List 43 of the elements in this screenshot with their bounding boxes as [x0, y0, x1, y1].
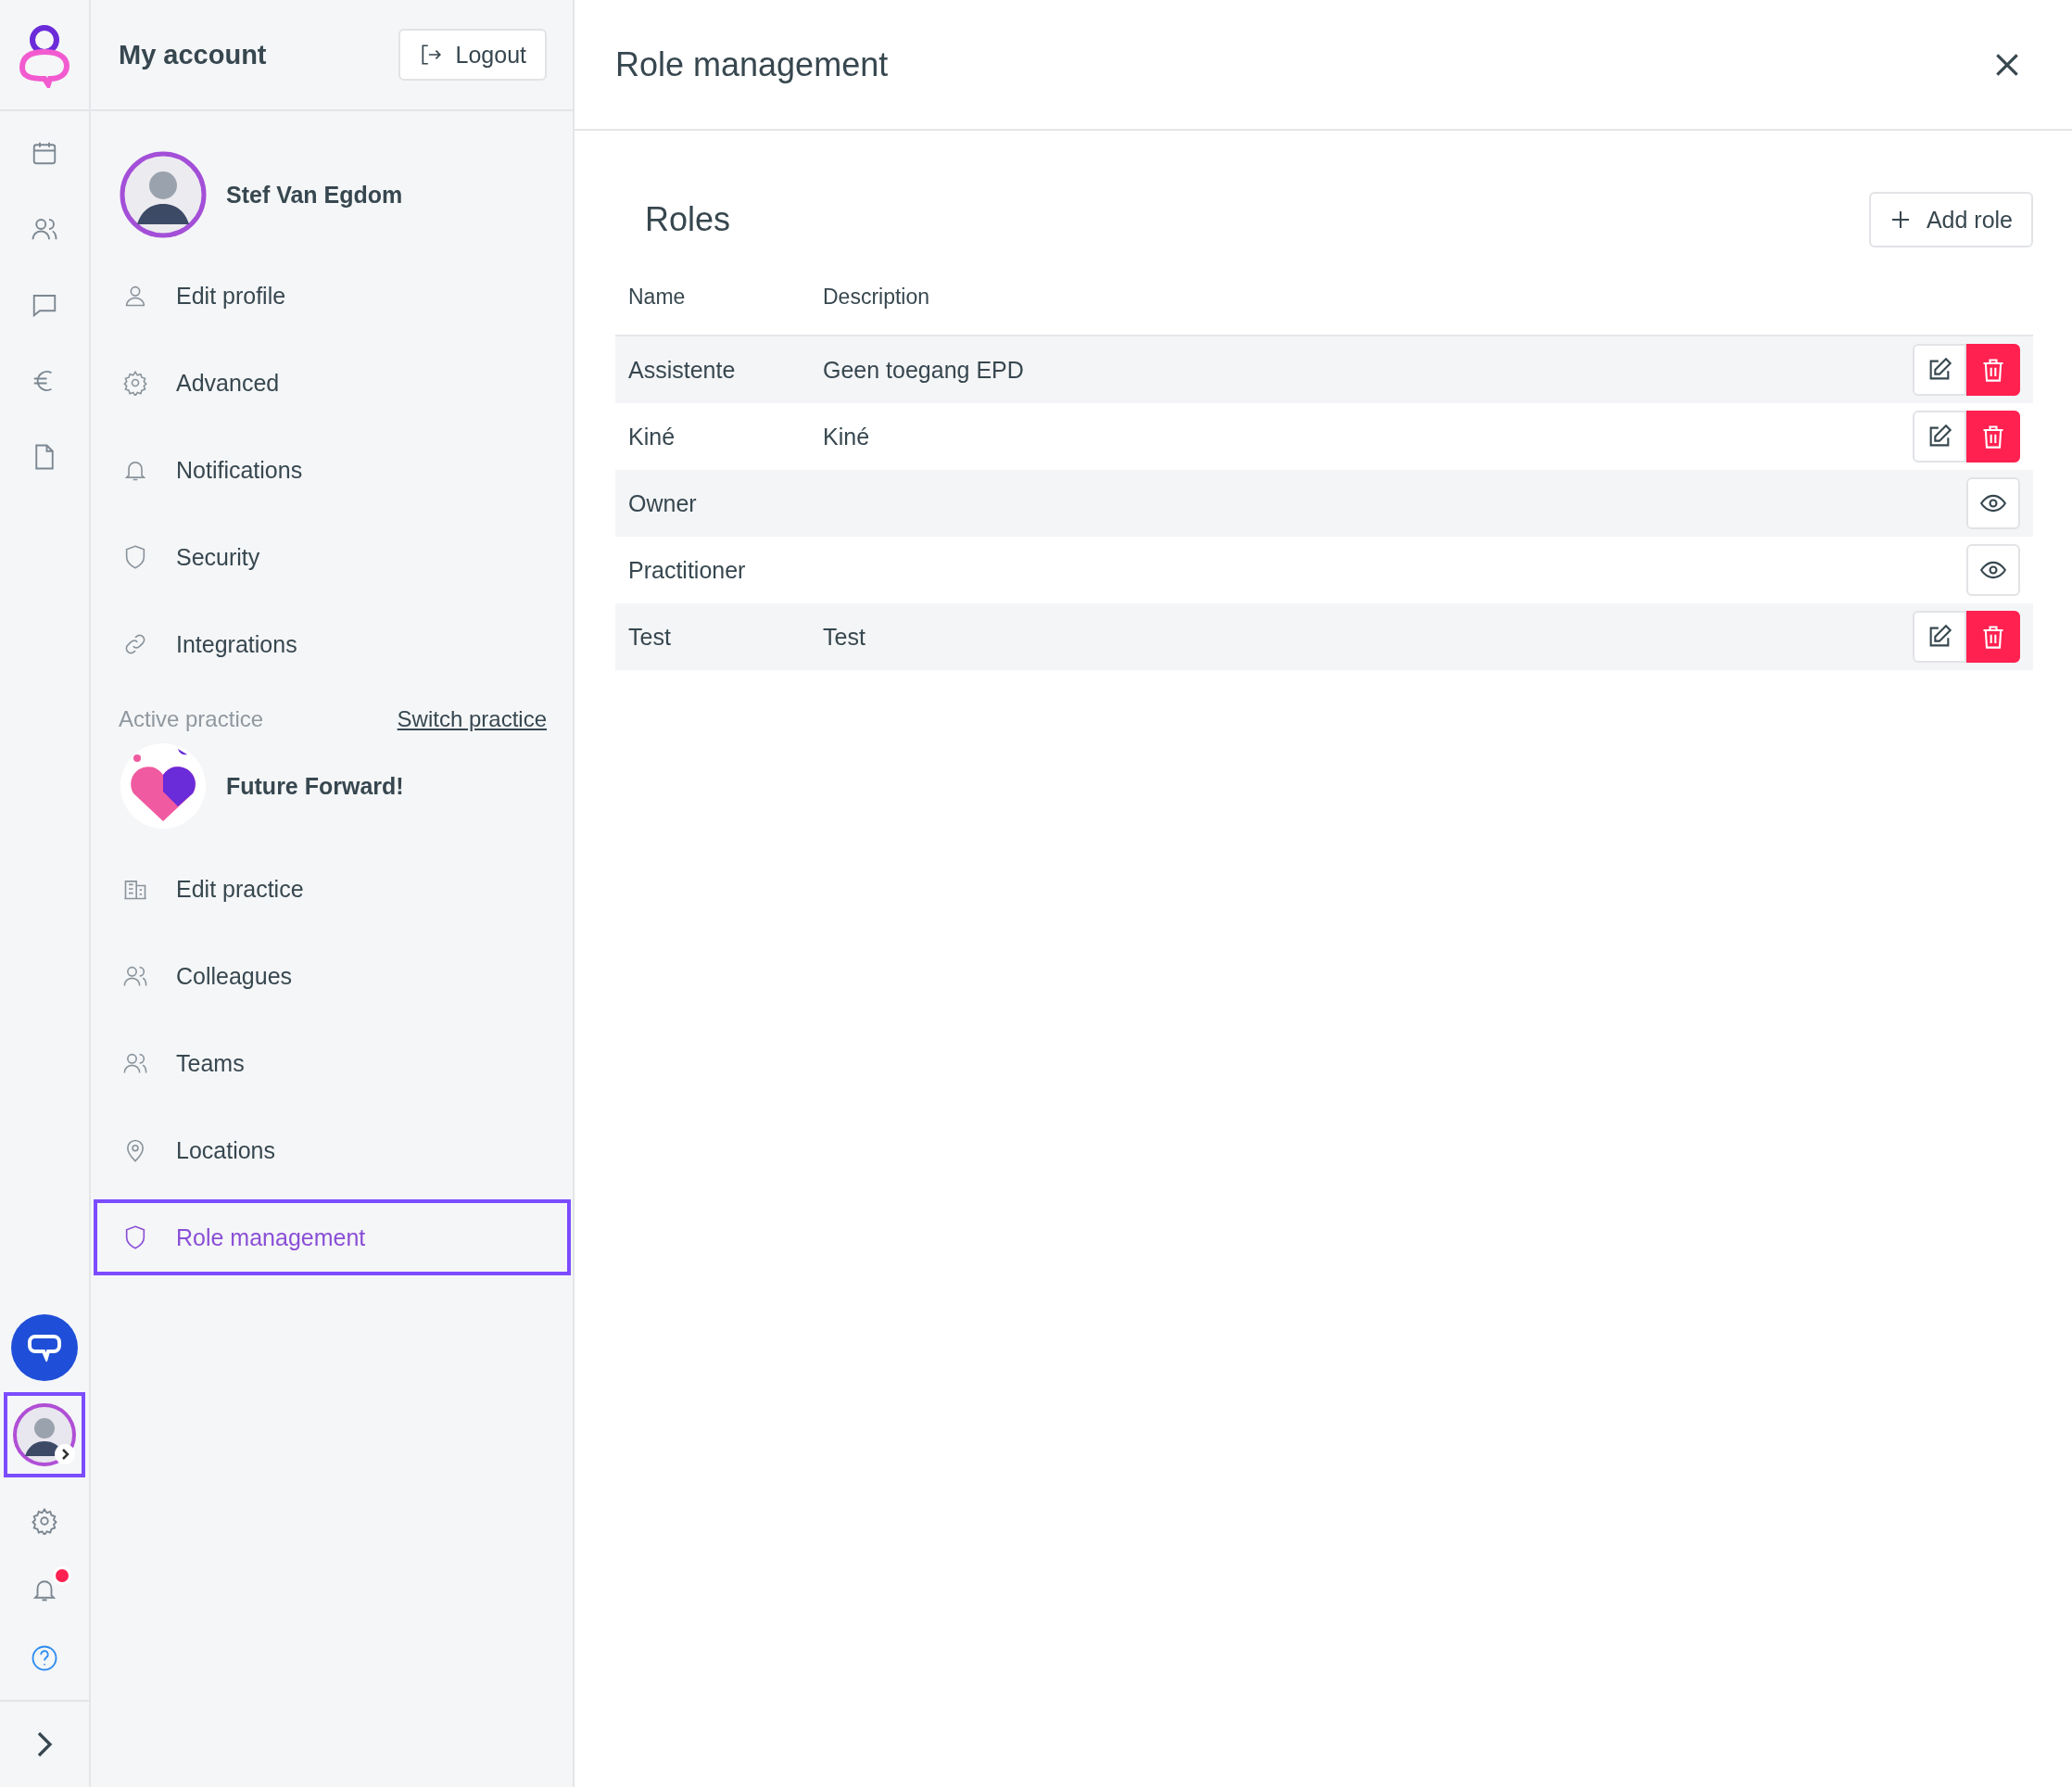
delete-button[interactable] — [1966, 411, 2020, 463]
column-header: Description — [823, 285, 931, 310]
menu-item[interactable]: Advanced — [94, 345, 571, 421]
menu-item[interactable]: Colleagues — [94, 938, 571, 1014]
help-icon[interactable] — [31, 1644, 58, 1672]
active-practice-label: Active practice — [119, 706, 264, 732]
logout-button[interactable]: Logout — [398, 29, 547, 81]
role-name-cell-text: Kiné — [628, 423, 676, 450]
account-title: My account — [119, 39, 267, 70]
gear-icon — [122, 370, 148, 396]
menu-item[interactable]: Edit profile — [94, 258, 571, 334]
menu-item[interactable]: Locations — [94, 1112, 571, 1188]
menu-item[interactable]: Integrations — [94, 606, 571, 682]
edit-button[interactable] — [1913, 611, 1966, 663]
role-name-cell-text: Assistente — [628, 356, 737, 384]
speech-bubble-icon — [28, 1334, 61, 1362]
view-button[interactable] — [1966, 544, 2020, 596]
role-description-cell: Geen toegang EPD — [823, 356, 1024, 383]
menu-item[interactable]: Role management — [94, 1199, 571, 1275]
view-button[interactable] — [1966, 477, 2020, 529]
role-name-cell-text: Owner — [628, 489, 698, 517]
roles-heading: Roles — [645, 200, 731, 239]
switch-practice-link[interactable]: Switch practice — [397, 706, 547, 732]
role-name-cell-text: Test — [628, 623, 672, 651]
avatar-silhouette-icon — [12, 1402, 77, 1467]
role-name-cell-text: Practitioner — [628, 556, 747, 584]
user-name: Stef Van Egdom — [226, 181, 403, 209]
add-role-button[interactable]: Add role — [1868, 192, 2033, 247]
role-description-cell: Kiné — [823, 423, 870, 450]
practice-name: Future Forward! — [226, 772, 404, 800]
delete-button[interactable] — [1966, 611, 2020, 663]
edit-button[interactable] — [1913, 344, 1966, 396]
column-header: Name — [628, 285, 687, 310]
menu-item[interactable]: Notifications — [94, 432, 571, 508]
menu-item[interactable]: Security — [94, 519, 571, 595]
delete-button[interactable] — [1966, 344, 2020, 396]
account-avatar-button[interactable] — [4, 1392, 85, 1477]
panel-title: Role management — [615, 44, 889, 84]
edit-button[interactable] — [1913, 411, 1966, 463]
menu-item[interactable]: Edit practice — [94, 851, 571, 927]
settings-icon[interactable] — [31, 1507, 58, 1535]
role-description-cell: Test — [823, 623, 865, 650]
menu-item[interactable]: Teams — [94, 1025, 571, 1101]
